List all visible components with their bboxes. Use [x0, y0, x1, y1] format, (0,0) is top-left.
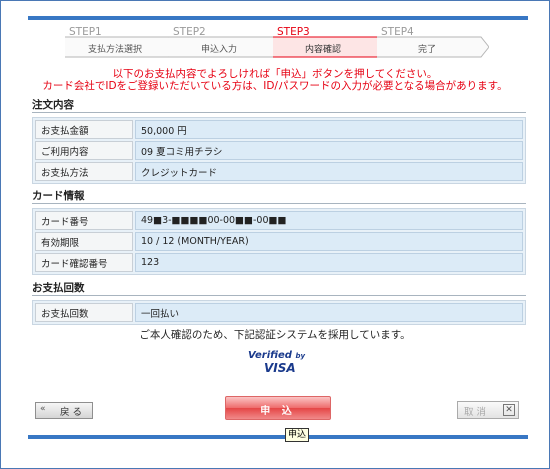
table-row: お支払金額 50,000 円 [35, 120, 523, 139]
step-2-number: STEP2 [173, 26, 206, 38]
card-section-rule [32, 203, 526, 204]
table-row: カード番号 49■3-■■■■00-00■■-00■■ [35, 211, 523, 230]
installments-section-title: お支払回数 [32, 282, 85, 294]
card-cvv-value: 123 [135, 253, 523, 272]
order-section-rule [32, 112, 526, 113]
step-3: STEP3 内容確認 [273, 26, 385, 58]
order-method-key: お支払方法 [35, 162, 133, 181]
installments-table: お支払回数 一回払い [32, 300, 526, 325]
card-cvv-key: カード確認番号 [35, 253, 133, 272]
order-amount-key: お支払金額 [35, 120, 133, 139]
card-expiry-key: 有効期限 [35, 232, 133, 251]
auth-notice: ご本人確認のため、下記認証システムを採用しています。 [139, 329, 411, 341]
card-section-title: カード情報 [32, 190, 85, 202]
back-button[interactable]: « 戻 る [35, 402, 93, 419]
installments-section-rule [32, 295, 526, 296]
cancel-button[interactable]: 取 消 ✕ [457, 401, 519, 419]
submit-button[interactable]: 申 込 [225, 396, 331, 420]
step-1-number: STEP1 [69, 26, 102, 38]
step-2-label: 申込入力 [200, 45, 237, 55]
order-method-value: クレジットカード [135, 162, 523, 181]
cancel-button-label: 取 消 [464, 407, 487, 418]
step-3-number: STEP3 [277, 26, 310, 38]
table-row: お支払回数 一回払い [35, 303, 523, 322]
top-rule [28, 16, 528, 20]
table-row: カード確認番号 123 [35, 253, 523, 272]
table-row: ご利用内容 09 夏コミ用チラシ [35, 141, 523, 160]
submit-button-label: 申 込 [260, 406, 296, 417]
step-4: STEP4 完了 [377, 26, 489, 58]
visa-text: VISA [264, 361, 296, 375]
step-3-label: 内容確認 [304, 45, 341, 55]
close-icon: ✕ [503, 404, 515, 416]
step-4-label: 完了 [417, 45, 436, 55]
installments-value: 一回払い [135, 303, 523, 322]
step-1-label: 支払方法選択 [87, 45, 142, 55]
installments-key: お支払回数 [35, 303, 133, 322]
card-table: カード番号 49■3-■■■■00-00■■-00■■ 有効期限 10 / 12… [32, 208, 526, 275]
order-section-title: 注文内容 [32, 99, 74, 111]
table-row: 有効期限 10 / 12 (MONTH/YEAR) [35, 232, 523, 251]
card-number-key: カード番号 [35, 211, 133, 230]
order-amount-value: 50,000 円 [135, 120, 523, 139]
order-usage-value: 09 夏コミ用チラシ [135, 141, 523, 160]
step-progress: STEP1 支払方法選択 STEP2 申込入力 STEP3 内容確認 STEP4… [65, 26, 505, 58]
notice-line-2: カード会社でIDをご登録いただいている方は、ID/パスワードの入力が必要となる場… [42, 80, 508, 92]
order-usage-key: ご利用内容 [35, 141, 133, 160]
card-expiry-value: 10 / 12 (MONTH/YEAR) [135, 232, 523, 251]
step-4-number: STEP4 [381, 26, 414, 38]
verified-by-text: Verified by [248, 350, 306, 361]
table-row: お支払方法 クレジットカード [35, 162, 523, 181]
back-arrow-icon: « [40, 404, 46, 414]
verified-by-visa-logo: Verified by VISA [246, 350, 306, 376]
step-2: STEP2 申込入力 [169, 26, 281, 58]
back-button-label: 戻 る [60, 407, 83, 418]
submit-tooltip: 申込 [285, 428, 310, 442]
bottom-rule [28, 435, 528, 439]
order-table: お支払金額 50,000 円 ご利用内容 09 夏コミ用チラシ お支払方法 クレ… [32, 117, 526, 184]
step-1: STEP1 支払方法選択 [65, 26, 177, 58]
card-number-value: 49■3-■■■■00-00■■-00■■ [135, 211, 523, 230]
